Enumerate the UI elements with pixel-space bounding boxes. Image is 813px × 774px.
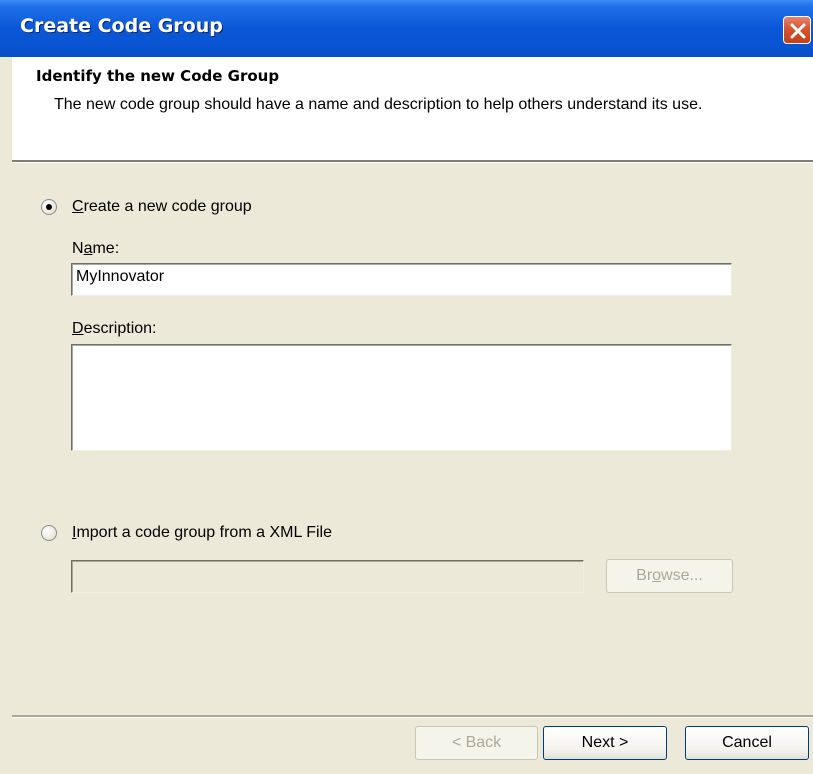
header-title: Identify the new Code Group — [36, 67, 280, 85]
browse-button[interactable]: Browse... — [606, 559, 733, 593]
window-title: Create Code Group — [20, 15, 223, 37]
radio-selected-dot — [46, 204, 52, 210]
header-panel: Identify the new Code Group The new code… — [12, 57, 813, 160]
back-button[interactable]: < Back — [415, 726, 538, 760]
next-button[interactable]: Next > — [543, 726, 667, 760]
footer-separator — [12, 715, 813, 718]
title-bar[interactable]: Create Code Group — [0, 0, 813, 57]
cancel-button[interactable]: Cancel — [685, 726, 809, 760]
create-new-label[interactable]: Create a new code group — [72, 198, 252, 216]
description-label: Description: — [72, 320, 157, 337]
import-xml-radio[interactable] — [41, 525, 57, 541]
xml-path-input[interactable] — [71, 560, 584, 593]
close-icon — [790, 23, 806, 39]
close-button[interactable] — [783, 16, 811, 44]
header-description: The new code group should have a name an… — [54, 96, 703, 113]
import-xml-label[interactable]: Import a code group from a XML File — [72, 524, 332, 542]
create-code-group-dialog: Create Code Group Identify the new Code … — [0, 0, 813, 774]
create-new-radio[interactable] — [41, 199, 57, 215]
left-border — [0, 57, 12, 774]
header-separator — [12, 160, 813, 163]
name-label: Name: — [72, 240, 120, 257]
name-input[interactable]: MyInnovator — [71, 263, 732, 296]
description-textarea[interactable] — [71, 344, 732, 451]
